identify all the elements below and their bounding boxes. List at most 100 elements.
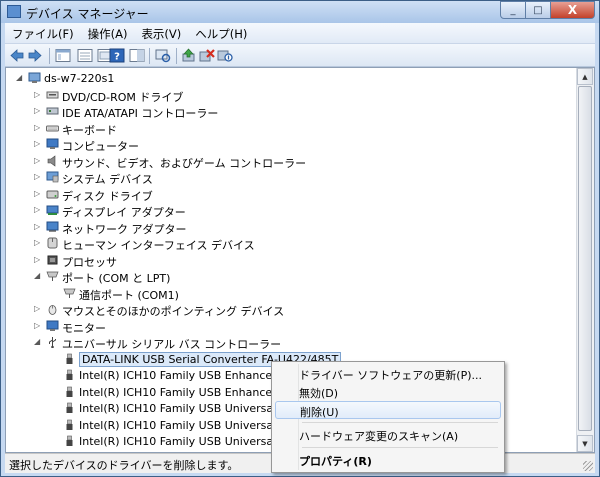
uninstall-icon[interactable] [199, 48, 215, 63]
tree-label: ネットワーク アダプター [62, 222, 187, 236]
tree-label: ds-w7-220s1 [44, 72, 115, 85]
minimize-button[interactable]: _ [500, 1, 526, 19]
tree-category[interactable]: ▷ モニター [6, 319, 576, 335]
menu-separator [302, 422, 498, 423]
port-icon [46, 271, 59, 281]
expand-arrow-icon[interactable]: ▷ [34, 189, 42, 198]
expand-arrow-icon[interactable]: ▷ [34, 205, 42, 214]
menu-action[interactable]: 操作(A) [81, 23, 135, 43]
expand-arrow-icon[interactable]: ▷ [34, 139, 42, 148]
tree-category[interactable]: ▷ ヒューマン インターフェイス デバイス [6, 236, 576, 252]
update-driver-icon[interactable] [181, 48, 197, 63]
context-menu-label: プロパティ(R) [299, 455, 372, 468]
details-pane-icon[interactable] [129, 48, 145, 63]
scroll-thumb[interactable] [578, 86, 592, 431]
disk-drive-icon [46, 190, 59, 198]
usb-icon [49, 337, 56, 348]
context-menu-label: 削除(U) [300, 406, 339, 419]
expand-arrow-icon[interactable]: ▷ [34, 90, 42, 99]
menu-help[interactable]: ヘルプ(H) [188, 23, 254, 43]
expand-arrow-icon[interactable]: ▷ [34, 238, 42, 247]
expand-arrow-icon[interactable]: ▷ [34, 172, 42, 181]
tree-label: キーボード [62, 123, 117, 137]
tree-category[interactable]: ◢ ポート (COM と LPT) [6, 269, 576, 285]
tree-category[interactable]: ▷ ディスプレイ アダプター [6, 203, 576, 219]
network-adapter-icon [46, 221, 59, 232]
expand-arrow-icon[interactable]: ▷ [34, 321, 42, 330]
menu-file[interactable]: ファイル(F) [5, 23, 81, 43]
device-manager-icon [7, 5, 21, 18]
toolbar: ? [5, 43, 595, 67]
collapse-arrow-icon[interactable]: ◢ [34, 271, 42, 280]
title-bar[interactable]: デバイス マネージャー _ □ X [1, 1, 599, 23]
context-menu-item[interactable]: ハードウェア変更のスキャン(A) [275, 426, 501, 444]
tree-category[interactable]: ▷ ディスク ドライブ [6, 187, 576, 203]
processor-icon [47, 255, 58, 264]
scroll-up-button[interactable]: ▲ [577, 68, 593, 85]
tree-category[interactable]: ▷ システム デバイス [6, 170, 576, 186]
dvd-drive-icon [46, 91, 59, 98]
tree-category[interactable]: ▷ サウンド、ビデオ、およびゲーム コントローラー [6, 154, 576, 170]
tree-label: コンピューター [62, 140, 139, 153]
context-menu-item[interactable]: 削除(U) [275, 401, 501, 419]
forward-arrow-icon[interactable] [27, 48, 43, 63]
maximize-button[interactable]: □ [526, 1, 551, 19]
caption-buttons: _ □ X [500, 1, 595, 20]
context-menu-item[interactable]: プロパティ(R) [275, 451, 501, 469]
tree-label: サウンド、ビデオ、およびゲーム コントローラー [62, 156, 307, 170]
tree-label: 通信ポート (COM1) [79, 288, 179, 302]
expand-arrow-icon[interactable]: ▷ [34, 106, 42, 115]
usb-plug-icon [66, 386, 73, 397]
svg-text:?: ? [114, 52, 120, 63]
tree-category[interactable]: ▷ プロセッサ [6, 253, 576, 269]
tree-category[interactable]: ◢ ユニバーサル シリアル バス コントローラー [6, 335, 576, 351]
tree-category[interactable]: ▷ キーボード [6, 121, 576, 137]
context-menu-item[interactable]: 無効(D) [275, 383, 501, 401]
monitor-icon [46, 138, 59, 149]
maximize-icon: □ [533, 4, 543, 16]
tree-label: ポート (COM と LPT) [62, 272, 171, 285]
display-adapter-icon [46, 205, 59, 215]
scroll-down-icon: ▼ [582, 439, 588, 448]
window-title: デバイス マネージャー [26, 7, 149, 21]
scan-hardware-icon[interactable] [155, 48, 171, 63]
expand-arrow-icon[interactable]: ▷ [34, 123, 42, 132]
expand-arrow-icon[interactable]: ▷ [34, 222, 42, 231]
context-menu-item[interactable]: ドライバー ソフトウェアの更新(P)... [275, 365, 501, 383]
expand-arrow-icon[interactable]: ▷ [34, 255, 42, 264]
back-arrow-icon[interactable] [9, 48, 25, 63]
menu-view[interactable]: 表示(V) [134, 23, 188, 43]
tree-root[interactable]: ◢ ds-w7-220s1 [6, 71, 576, 87]
tree-device[interactable]: 通信ポート (COM1) [6, 286, 576, 302]
context-menu-label: 無効(D) [299, 387, 339, 400]
collapse-arrow-icon[interactable]: ◢ [34, 337, 42, 346]
help-icon[interactable]: ? [109, 48, 125, 63]
context-menu-label: ドライバー ソフトウェアの更新(P)... [299, 369, 482, 382]
tree-category[interactable]: ▷ DVD/CD-ROM ドライブ [6, 88, 576, 104]
collapse-arrow-icon[interactable]: ◢ [16, 73, 24, 82]
computer-icon [28, 72, 41, 83]
scroll-down-button[interactable]: ▼ [577, 435, 593, 452]
tree-label: DVD/CD-ROM ドライブ [62, 90, 184, 104]
tree-label: Intel(R) ICH10 Family USB Universal Ho [79, 435, 295, 448]
tree-category[interactable]: ▷ コンピューター [6, 137, 576, 153]
resize-grip-icon[interactable] [583, 461, 593, 471]
expand-arrow-icon[interactable]: ▷ [34, 156, 42, 165]
menu-separator [302, 447, 498, 448]
vertical-scrollbar[interactable]: ▲ ▼ [576, 68, 594, 452]
tree-label: ディスプレイ アダプター [62, 206, 186, 219]
port-icon [63, 288, 76, 298]
tree-category[interactable]: ▷ マウスとそのほかのポインティング デバイス [6, 302, 576, 318]
tree-category[interactable]: ▷ IDE ATA/ATAPI コントローラー [6, 104, 576, 120]
properties-view-icon[interactable] [55, 48, 71, 63]
hidden-devices-icon[interactable] [77, 48, 93, 63]
context-menu-label: ハードウェア変更のスキャン(A) [299, 430, 459, 443]
keyboard-icon [46, 125, 59, 131]
close-button[interactable]: X [551, 1, 595, 19]
disable-icon[interactable] [217, 48, 233, 63]
status-text: 選択したデバイスのドライバーを削除します。 [9, 459, 239, 472]
usb-plug-icon [66, 402, 73, 413]
tree-category[interactable]: ▷ ネットワーク アダプター [6, 220, 576, 236]
system-device-icon [46, 171, 59, 183]
expand-arrow-icon[interactable]: ▷ [34, 304, 42, 313]
